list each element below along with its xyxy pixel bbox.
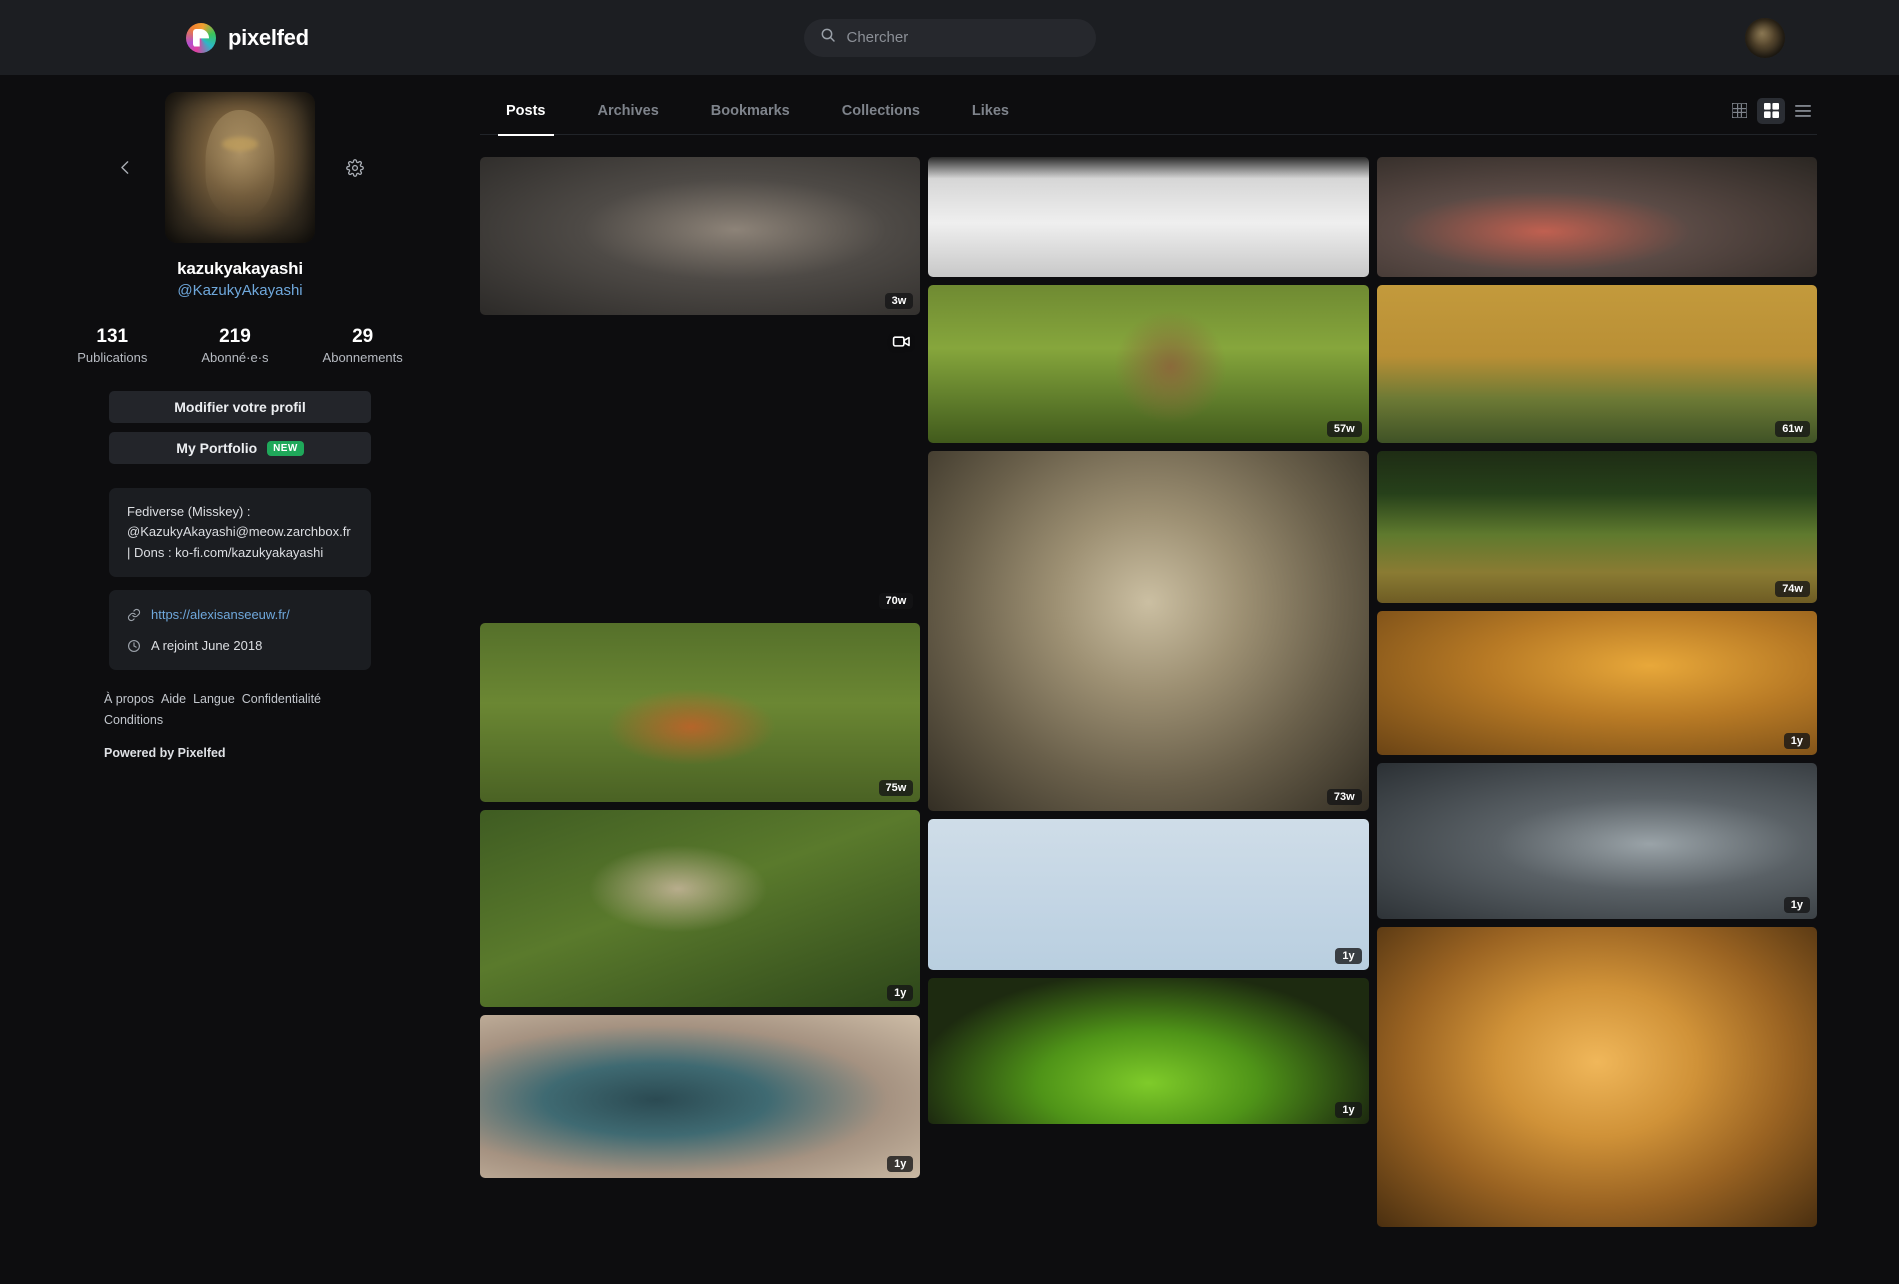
post-timestamp: 57w	[1326, 421, 1362, 437]
tab-collections[interactable]: Collections	[816, 87, 946, 135]
post-thumbnail[interactable]: 75w	[480, 623, 921, 802]
tab-posts[interactable]: Posts	[480, 87, 572, 136]
post-thumbnail[interactable]: 3w	[480, 157, 921, 315]
link-icon	[127, 608, 141, 622]
search-box[interactable]	[803, 18, 1096, 57]
post-timestamp: 75w	[878, 780, 914, 796]
website-row[interactable]: https://alexisanseeuw.fr/	[127, 603, 353, 626]
stat-label: Publications	[77, 350, 148, 365]
footer-link-terms[interactable]: Conditions	[104, 713, 163, 727]
stat-publications[interactable]: 131 Publications	[77, 326, 147, 365]
footer-link-language[interactable]: Langue	[193, 692, 235, 706]
profile-content: Posts Archives Bookmarks Collections Lik…	[480, 75, 1899, 1284]
post-timestamp: 70w	[878, 593, 914, 609]
stat-value: 29	[352, 326, 374, 347]
joined-row: A rejoint June 2018	[127, 634, 353, 657]
pixelfed-logo-icon	[186, 22, 216, 53]
post-thumbnail[interactable]	[1376, 927, 1817, 1227]
my-portfolio-button[interactable]: My Portfolio NEW	[109, 432, 371, 464]
footer-link-about[interactable]: À propos	[104, 692, 154, 706]
profile-avatar[interactable]	[165, 92, 315, 243]
display-name: kazukyakayashi	[177, 259, 303, 278]
joined-date: A rejoint June 2018	[151, 638, 263, 654]
list-view-icon[interactable]	[1789, 98, 1817, 124]
post-timestamp: 61w	[1775, 421, 1810, 437]
stat-following[interactable]: 29 Abonnements	[323, 326, 403, 365]
footer-links: À propos Aide Langue Confidentialité Con…	[104, 692, 376, 727]
top-navbar: pixelfed	[0, 0, 1899, 75]
brand-home-link[interactable]: pixelfed	[186, 22, 309, 53]
view-mode-toggles	[1725, 97, 1817, 124]
stat-value: 131	[96, 326, 129, 347]
bio-card: Fediverse (Misskey) : @KazukyAkayashi@me…	[109, 488, 371, 578]
stat-label: Abonné·e·s	[201, 350, 269, 365]
post-thumbnail[interactable]: 70w	[480, 323, 920, 615]
profile-tabbar: Posts Archives Bookmarks Collections Lik…	[480, 87, 1817, 136]
post-thumbnail[interactable]: 74w	[1376, 451, 1817, 603]
profile-sidebar: kazukyakayashi @KazukyAkayashi 131 Publi…	[0, 75, 480, 1284]
post-timestamp: 1y	[1335, 948, 1362, 964]
video-indicator-icon	[892, 332, 911, 356]
user-handle: @KazukyAkayashi	[177, 282, 303, 299]
nav-user-avatar[interactable]	[1745, 17, 1785, 58]
tab-likes[interactable]: Likes	[946, 87, 1035, 135]
post-thumbnail[interactable]: 61w	[1376, 285, 1817, 443]
portfolio-label: My Portfolio	[176, 440, 258, 456]
footer-link-help[interactable]: Aide	[161, 692, 186, 706]
powered-by-label: Powered by Pixelfed	[104, 746, 226, 761]
post-timestamp: 74w	[1775, 581, 1810, 597]
post-timestamp: 1y	[887, 985, 914, 1001]
post-thumbnail[interactable]: 1y	[1376, 611, 1817, 755]
identity-block: kazukyakayashi @KazukyAkayashi	[0, 259, 480, 299]
profile-meta-card: https://alexisanseeuw.fr/ A rejoint June…	[109, 590, 371, 671]
post-thumbnail[interactable]: 1y	[928, 819, 1369, 970]
website-link[interactable]: https://alexisanseeuw.fr/	[151, 607, 290, 622]
tab-archives[interactable]: Archives	[572, 87, 685, 135]
post-timestamp: 1y	[1783, 733, 1810, 749]
post-thumbnail[interactable]: 1y	[480, 810, 921, 1007]
grid-3x3-icon[interactable]	[1725, 98, 1753, 124]
profile-stats: 131 Publications 219 Abonné·e·s 29 Abonn…	[0, 326, 480, 365]
page-body: kazukyakayashi @KazukyAkayashi 131 Publi…	[0, 75, 1899, 1284]
gear-icon[interactable]	[341, 154, 369, 182]
post-timestamp: 73w	[1326, 789, 1362, 805]
post-masonry-grid: 3w 70w 75w 1y 1y 57w 73w 1y 1y 61w 74w 1y 1y	[480, 157, 1817, 1284]
grid-2x2-icon[interactable]	[1757, 97, 1785, 124]
post-timestamp: 1y	[1783, 897, 1810, 913]
post-thumbnail[interactable]: 57w	[928, 285, 1369, 443]
new-badge: NEW	[267, 440, 304, 456]
post-thumbnail[interactable]: 1y	[480, 1015, 921, 1178]
post-timestamp: 1y	[887, 1156, 914, 1172]
stat-value: 219	[219, 326, 251, 347]
post-thumbnail[interactable]: 73w	[928, 451, 1369, 811]
post-thumbnail[interactable]: 1y	[1376, 763, 1817, 919]
tab-bookmarks[interactable]: Bookmarks	[685, 87, 816, 135]
footer-link-privacy[interactable]: Confidentialité	[242, 692, 321, 706]
stat-followers[interactable]: 219 Abonné·e·s	[201, 326, 268, 365]
stat-label: Abonnements	[322, 350, 403, 365]
post-thumbnail[interactable]	[1376, 157, 1817, 277]
search-input[interactable]	[846, 29, 1080, 46]
post-timestamp: 3w	[884, 293, 914, 309]
post-thumbnail[interactable]	[928, 157, 1369, 277]
post-timestamp: 1y	[1335, 1102, 1362, 1118]
edit-profile-label: Modifier votre profil	[174, 399, 306, 415]
edit-profile-button[interactable]: Modifier votre profil	[109, 391, 371, 423]
search-icon	[820, 27, 836, 48]
post-thumbnail[interactable]: 1y	[928, 978, 1369, 1124]
brand-name: pixelfed	[228, 24, 309, 50]
chevron-left-icon[interactable]	[111, 154, 139, 182]
clock-icon	[127, 639, 141, 653]
avatar-row	[0, 92, 480, 243]
